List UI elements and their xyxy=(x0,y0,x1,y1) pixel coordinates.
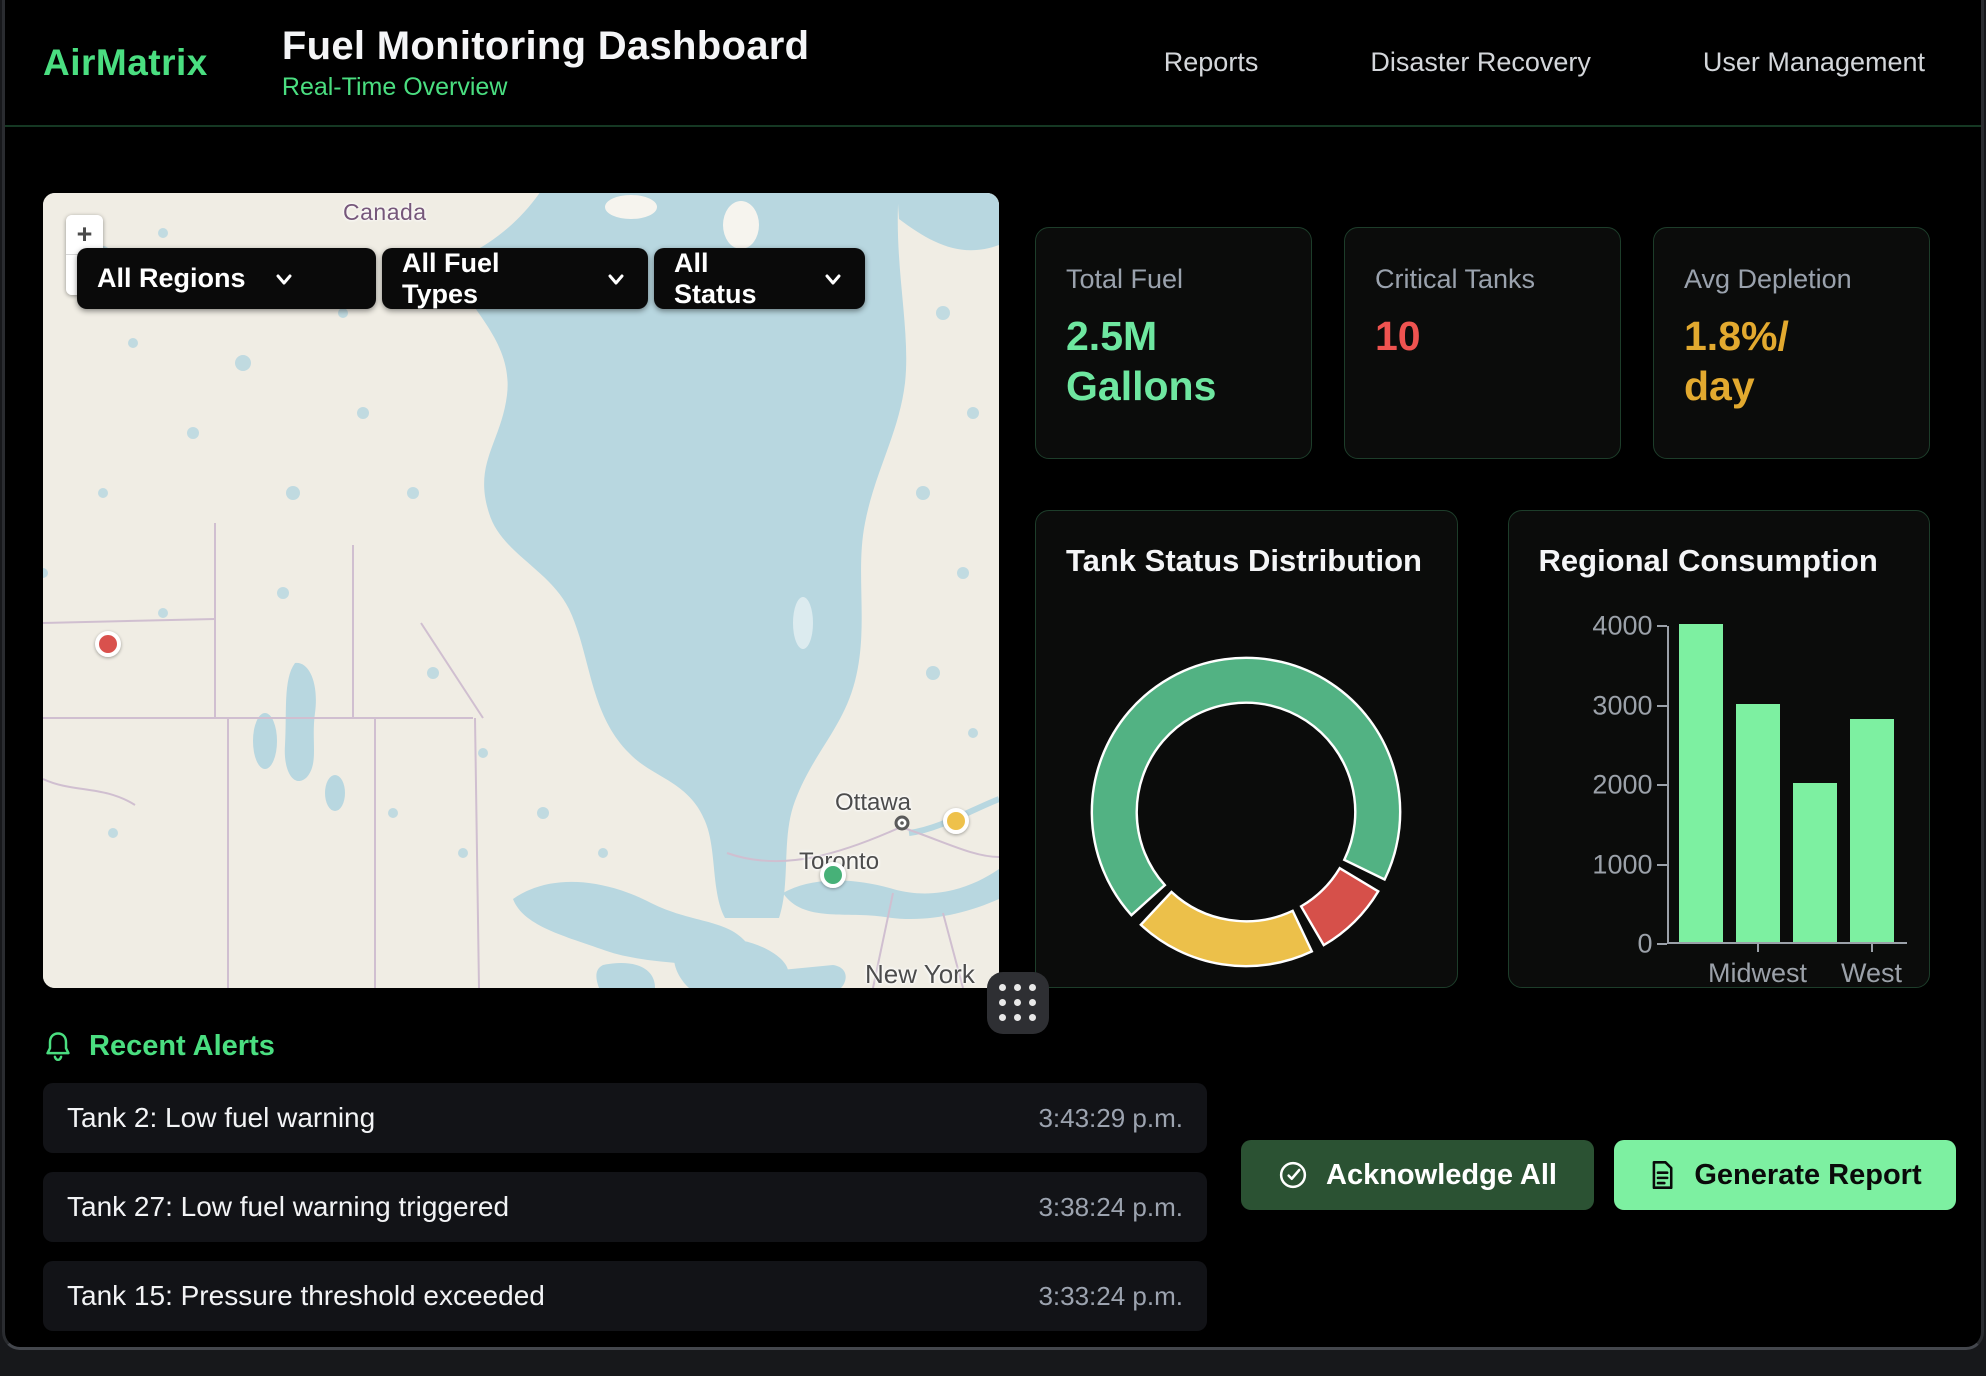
page-subtitle: Real-Time Overview xyxy=(282,73,809,102)
bar-1 xyxy=(1736,704,1780,943)
map-panel[interactable]: Canada Ottawa Toronto New York + − All R… xyxy=(43,193,999,988)
y-axis-label: 3000 xyxy=(1592,690,1652,721)
alerts-panel: Recent Alerts Tank 2: Low fuel warning 3… xyxy=(43,1030,1207,1350)
charts-row: Tank Status Distribution Regional Consum… xyxy=(1035,510,1930,988)
report-document-icon xyxy=(1648,1160,1676,1190)
alert-timestamp: 3:43:29 p.m. xyxy=(1038,1103,1183,1134)
actions: Acknowledge All Generate Report xyxy=(1241,1140,1956,1350)
generate-report-label: Generate Report xyxy=(1694,1159,1921,1192)
tank-marker-critical[interactable] xyxy=(95,631,121,657)
bar-0 xyxy=(1679,624,1723,942)
alert-timestamp: 3:33:24 p.m. xyxy=(1038,1281,1183,1312)
stat-label: Total Fuel xyxy=(1066,264,1281,295)
region-filter-select[interactable]: All Regions xyxy=(77,248,376,309)
brand-logo: AirMatrix xyxy=(43,42,208,84)
stat-card-critical-tanks: Critical Tanks 10 xyxy=(1344,227,1621,459)
page-title: Fuel Monitoring Dashboard xyxy=(282,24,809,69)
alert-row[interactable]: Tank 2: Low fuel warning 3:43:29 p.m. xyxy=(43,1083,1207,1153)
map-drag-handle[interactable] xyxy=(987,972,1049,1034)
regional-consumption-chart-card: Regional Consumption MidwestWest01000200… xyxy=(1508,510,1931,988)
alert-text: Tank 15: Pressure threshold exceeded xyxy=(67,1280,545,1312)
stat-label: Avg Depletion xyxy=(1684,264,1899,295)
title-block: Fuel Monitoring Dashboard Real-Time Over… xyxy=(282,24,809,102)
app-header: AirMatrix Fuel Monitoring Dashboard Real… xyxy=(5,0,1981,127)
y-axis-label: 4000 xyxy=(1592,611,1652,642)
y-axis-label: 0 xyxy=(1637,929,1652,960)
donut-chart xyxy=(1085,651,1407,973)
donut-segment-critical xyxy=(1301,868,1378,945)
alert-timestamp: 3:38:24 p.m. xyxy=(1038,1192,1183,1223)
fuel-type-filter-select[interactable]: All Fuel Types xyxy=(382,248,648,309)
bell-icon xyxy=(43,1031,73,1063)
acknowledge-all-button[interactable]: Acknowledge All xyxy=(1241,1140,1594,1210)
nav-item-user-management[interactable]: User Management xyxy=(1703,47,1925,78)
x-axis-label: West xyxy=(1841,958,1902,988)
stat-value: 2.5M Gallons xyxy=(1066,311,1281,411)
main-nav: Reports Disaster Recovery User Managemen… xyxy=(1164,47,1925,78)
map-filter-bar: All Regions All Fuel Types All Status xyxy=(77,248,865,309)
stat-value: 1.8%/ day xyxy=(1684,311,1899,411)
chevron-down-icon xyxy=(272,267,296,291)
fuel-type-filter-value: All Fuel Types xyxy=(402,248,578,310)
status-filter-value: All Status xyxy=(674,248,795,310)
map-label-ottawa: Ottawa xyxy=(835,789,911,817)
stats-row: Total Fuel 2.5M Gallons Critical Tanks 1… xyxy=(1035,227,1930,459)
alert-text: Tank 27: Low fuel warning triggered xyxy=(67,1191,509,1223)
tank-marker-normal[interactable] xyxy=(820,862,846,888)
alert-row[interactable]: Tank 15: Pressure threshold exceeded 3:3… xyxy=(43,1261,1207,1331)
chart-title: Tank Status Distribution xyxy=(1066,543,1427,579)
donut-segment-warning xyxy=(1141,892,1312,966)
region-filter-value: All Regions xyxy=(97,263,246,294)
chevron-down-icon xyxy=(604,267,628,291)
map-country-label: Canada xyxy=(343,199,427,226)
stat-value: 10 xyxy=(1375,311,1590,361)
bar-2 xyxy=(1793,783,1837,942)
status-filter-select[interactable]: All Status xyxy=(654,248,865,309)
tank-status-chart-card: Tank Status Distribution xyxy=(1035,510,1458,988)
generate-report-button[interactable]: Generate Report xyxy=(1614,1140,1956,1210)
tank-marker-warning[interactable] xyxy=(943,808,969,834)
nav-item-reports[interactable]: Reports xyxy=(1164,47,1259,78)
map-wrapper: Canada Ottawa Toronto New York + − All R… xyxy=(43,193,999,988)
stat-card-total-fuel: Total Fuel 2.5M Gallons xyxy=(1035,227,1312,459)
stat-card-avg-depletion: Avg Depletion 1.8%/ day xyxy=(1653,227,1930,459)
chevron-down-icon xyxy=(821,267,845,291)
alert-text: Tank 2: Low fuel warning xyxy=(67,1102,375,1134)
alerts-title: Recent Alerts xyxy=(89,1030,275,1063)
alerts-header: Recent Alerts xyxy=(43,1030,1207,1063)
y-axis-label: 1000 xyxy=(1592,849,1652,880)
acknowledge-all-label: Acknowledge All xyxy=(1326,1159,1557,1192)
stat-label: Critical Tanks xyxy=(1375,264,1590,295)
chart-title: Regional Consumption xyxy=(1539,543,1900,579)
right-column: Total Fuel 2.5M Gallons Critical Tanks 1… xyxy=(1035,227,1930,988)
bar-chart: MidwestWest01000200030004000 xyxy=(1667,626,1907,944)
y-axis-label: 2000 xyxy=(1592,770,1652,801)
x-axis-label: Midwest xyxy=(1708,958,1807,988)
nav-item-disaster-recovery[interactable]: Disaster Recovery xyxy=(1370,47,1591,78)
dashboard-window: AirMatrix Fuel Monitoring Dashboard Real… xyxy=(2,0,1984,1350)
bar-3 xyxy=(1850,719,1894,942)
map-label-new-york: New York xyxy=(865,959,975,988)
alert-row[interactable]: Tank 27: Low fuel warning triggered 3:38… xyxy=(43,1172,1207,1242)
bottom-section: Recent Alerts Tank 2: Low fuel warning 3… xyxy=(5,1030,1981,1350)
main-content: Canada Ottawa Toronto New York + − All R… xyxy=(5,127,1981,988)
check-circle-icon xyxy=(1278,1160,1308,1190)
